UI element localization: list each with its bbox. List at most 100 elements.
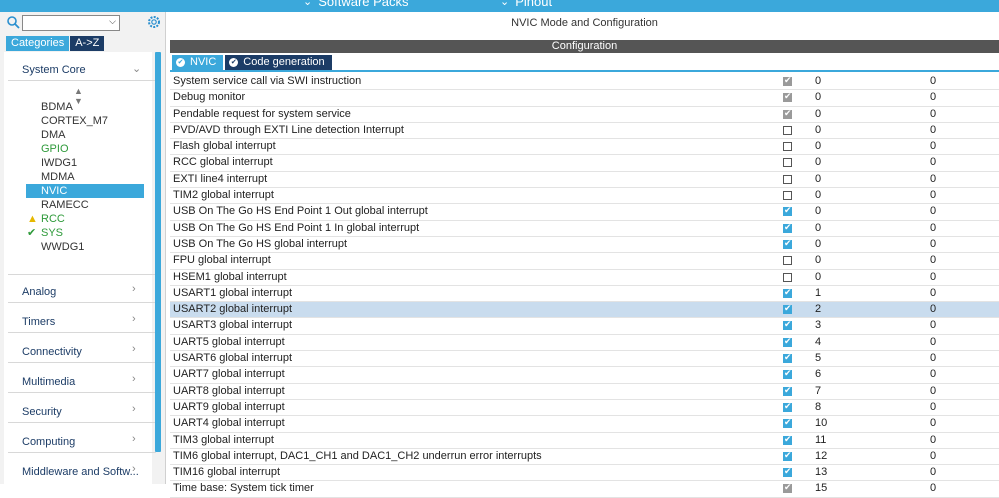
enable-checkbox[interactable] [783,256,792,266]
table-row[interactable]: Flash global interrupt 0 0 [170,139,999,156]
table-row[interactable]: Pendable request for system service ✔ 0 0 [170,107,999,123]
preemption-priority[interactable]: 0 [815,91,821,103]
preemption-priority[interactable]: 11 [815,434,826,446]
chevron-right-icon[interactable]: › [132,373,136,385]
enable-checkbox[interactable]: ✔ [783,238,792,249]
enable-checkbox[interactable] [783,142,792,152]
list-item[interactable]: MDMA [26,170,144,184]
preemption-priority[interactable]: 0 [815,238,821,250]
preemption-priority[interactable]: 10 [815,417,827,429]
preemption-priority[interactable]: 12 [815,450,827,462]
table-row[interactable]: USART1 global interrupt ✔ 1 0 [170,286,999,303]
enable-checkbox[interactable]: ✔ [783,222,792,233]
enable-checkbox[interactable]: ✔ [783,352,792,364]
sub-priority[interactable]: 0 [930,254,936,266]
sub-priority[interactable]: 0 [930,156,936,168]
sub-priority[interactable]: 0 [930,271,936,283]
preemption-priority[interactable]: 8 [815,401,821,413]
category-system-core[interactable]: System Core [22,64,86,76]
enable-checkbox[interactable]: ✔ [783,303,792,315]
enable-checkbox[interactable]: ✔ [783,205,792,217]
tab-a-to-z[interactable]: A->Z [70,36,105,51]
sub-priority[interactable]: 0 [930,287,936,299]
table-row[interactable]: USB On The Go HS global interrupt ✔ 0 0 [170,237,999,254]
table-row[interactable]: FPU global interrupt 0 0 [170,253,999,270]
category-connectivity[interactable]: Connectivity [22,346,82,358]
preemption-priority[interactable]: 5 [815,352,821,364]
enable-checkbox[interactable]: ✔ [783,385,792,396]
category-timers[interactable]: Timers [22,316,55,328]
sub-priority[interactable]: 0 [930,205,936,217]
preemption-priority[interactable]: 0 [815,189,821,201]
sub-priority[interactable]: 0 [930,91,936,103]
chevron-right-icon[interactable]: › [132,313,136,325]
sub-priority[interactable]: 0 [930,140,936,152]
preemption-priority[interactable]: 0 [815,108,821,120]
sub-priority[interactable]: 0 [930,368,936,380]
preemption-priority[interactable]: 2 [815,303,821,315]
preemption-priority[interactable]: 0 [815,156,821,168]
table-row[interactable]: PVD/AVD through EXTI Line detection Inte… [170,123,999,140]
preemption-priority[interactable]: 0 [815,173,821,185]
sub-priority[interactable]: 0 [930,319,936,331]
preemption-priority[interactable]: 3 [815,319,821,331]
list-item[interactable]: IWDG1 [26,156,144,170]
table-row[interactable]: System service call via SWI instruction ✔… [170,74,999,91]
table-row[interactable]: EXTI line4 interrupt 0 0 [170,172,999,189]
enable-checkbox[interactable] [783,272,792,282]
sub-priority[interactable]: 0 [930,401,936,413]
preemption-priority[interactable]: 0 [815,222,821,234]
enable-checkbox[interactable]: ✔ [783,450,792,461]
tab-nvic[interactable]: ✔ NVIC [172,55,224,70]
table-row[interactable]: TIM2 global interrupt 0 0 [170,188,999,205]
category-analog[interactable]: Analog [22,286,56,298]
enable-checkbox[interactable]: ✔ [783,368,792,380]
chevron-right-icon[interactable]: › [132,463,136,475]
list-item[interactable]: ✔ SYS [26,226,144,240]
enable-checkbox[interactable]: ✔ [783,319,792,331]
table-row[interactable]: Debug monitor ✔ 0 0 [170,90,999,107]
scrollbar[interactable] [155,52,161,452]
software-packs-menu[interactable]: ⌄ Software Packs [303,0,409,9]
preemption-priority[interactable]: 0 [815,271,821,283]
table-row[interactable]: RCC global interrupt 0 0 [170,155,999,172]
preemption-priority[interactable]: 4 [815,336,821,348]
sub-priority[interactable]: 0 [930,124,936,136]
sub-priority[interactable]: 0 [930,352,936,364]
enable-checkbox[interactable]: ✔ [783,287,792,298]
table-row[interactable]: UART9 global interrupt ✔ 8 0 [170,400,999,417]
enable-checkbox[interactable] [783,158,792,168]
table-row[interactable]: UART7 global interrupt ✔ 6 0 [170,367,999,384]
gear-icon[interactable] [146,14,162,30]
enable-checkbox[interactable]: ✔ [783,466,792,478]
category-security[interactable]: Security [22,406,62,418]
sub-priority[interactable]: 0 [930,238,936,250]
table-row[interactable]: USART3 global interrupt ✔ 3 0 [170,318,999,335]
sidebar-item-nvic[interactable]: NVIC [26,184,144,198]
preemption-priority[interactable]: 7 [815,385,821,397]
table-row[interactable]: UART8 global interrupt ✔ 7 0 [170,384,999,400]
table-row[interactable]: USB On The Go HS End Point 1 In global i… [170,221,999,237]
sub-priority[interactable]: 0 [930,173,936,185]
preemption-priority[interactable]: 0 [815,124,821,136]
preemption-priority[interactable]: 15 [815,482,827,494]
table-row[interactable]: USART6 global interrupt ✔ 5 0 [170,351,999,368]
chevron-right-icon[interactable]: › [132,343,136,355]
chevron-right-icon[interactable]: › [132,283,136,295]
tab-code-generation[interactable]: ✔ Code generation [225,55,332,70]
sub-priority[interactable]: 0 [930,189,936,201]
table-row[interactable]: TIM6 global interrupt, DAC1_CH1 and DAC1… [170,449,999,466]
list-item[interactable]: ▲ RCC [26,212,144,226]
sub-priority[interactable]: 0 [930,222,936,234]
table-row[interactable]: TIM16 global interrupt ✔ 13 0 [170,465,999,482]
sub-priority[interactable]: 0 [930,466,936,478]
enable-checkbox[interactable]: ✔ [783,401,792,412]
preemption-priority[interactable]: 0 [815,205,821,217]
enable-checkbox[interactable] [783,191,792,201]
sub-priority[interactable]: 0 [930,417,936,429]
tab-categories[interactable]: Categories [6,36,70,51]
sub-priority[interactable]: 0 [930,482,936,494]
list-item[interactable]: GPIO [26,142,144,156]
list-item[interactable]: CORTEX_M7 [26,114,144,128]
enable-checkbox[interactable]: ✔ [783,434,792,445]
